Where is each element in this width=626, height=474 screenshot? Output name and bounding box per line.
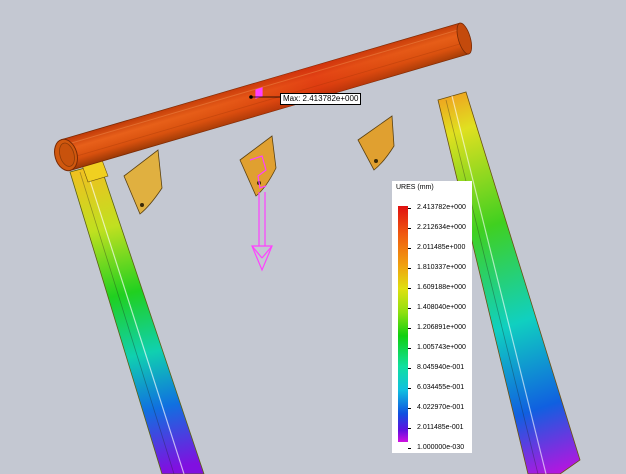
- legend-value-label: 4.022970e-001: [417, 404, 465, 411]
- legend-tick: [408, 288, 411, 289]
- legend-tick: [408, 368, 411, 369]
- legend-tick: [408, 228, 411, 229]
- max-value-label: Max: 2.413782e+000: [280, 93, 362, 105]
- legend-value-label: 1.810337e+000: [417, 264, 466, 271]
- legend-title: URES (mm): [396, 184, 434, 191]
- legend-value-label: 1.408040e+000: [417, 304, 466, 311]
- legend-tick: [408, 308, 411, 309]
- legend-tick: [408, 408, 411, 409]
- legend-value-label: 2.011485e-001: [417, 424, 464, 431]
- color-legend: URES (mm) 2.413782e+000 2.212634e+000 2.01…: [392, 181, 472, 453]
- legend-tick: [408, 208, 411, 209]
- legend-tick: [408, 388, 411, 389]
- legend-tick: [408, 248, 411, 249]
- legend-tick: [408, 328, 411, 329]
- legend-value-label: 1.609188e+000: [417, 284, 466, 291]
- model-graphics[interactable]: [0, 0, 626, 474]
- legend-value-label: 1.000000e-030: [417, 444, 465, 451]
- legend-tick: [408, 428, 411, 429]
- legend-value-label: 2.212634e+000: [417, 224, 466, 231]
- model-viewport[interactable]: Max: 2.413782e+000 URES (mm) 2.413782e+0…: [0, 0, 626, 474]
- legend-tick: [408, 268, 411, 269]
- legend-color-bar: [398, 206, 408, 442]
- legend-value-label: 2.413782e+000: [417, 204, 466, 211]
- legend-value-label: 2.011485e+000: [417, 244, 466, 251]
- legend-tick: [408, 348, 411, 349]
- legend-value-label: 6.034455e-001: [417, 384, 465, 391]
- legend-value-label: 1.206891e+000: [417, 324, 466, 331]
- legend-value-label: 1.005743e+000: [417, 344, 466, 351]
- legend-tick: [408, 448, 411, 449]
- legend-value-label: 8.045940e-001: [417, 364, 465, 371]
